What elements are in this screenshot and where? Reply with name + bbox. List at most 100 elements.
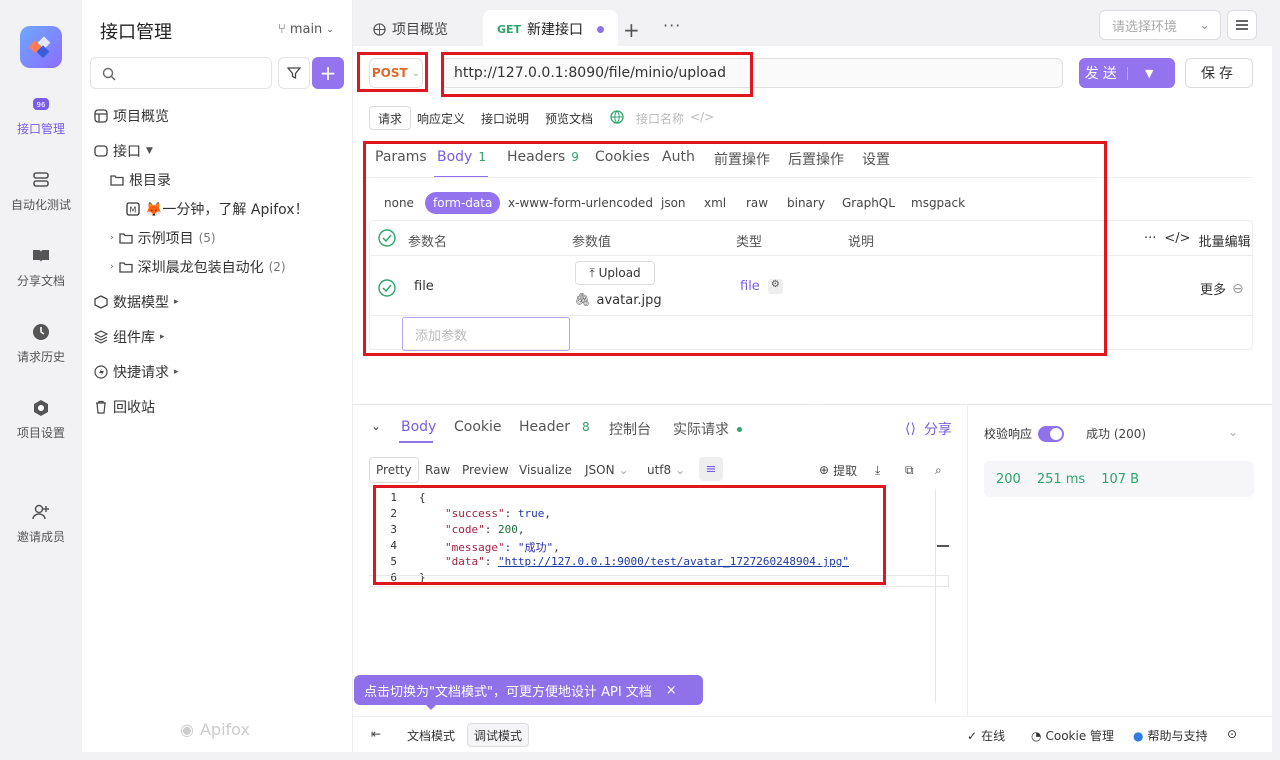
rail-item-label: 接口管理 xyxy=(16,122,65,136)
filter-button[interactable] xyxy=(278,57,310,89)
tree-item-project-overview[interactable]: 项目概览 xyxy=(94,106,169,126)
subtab-preview[interactable]: 预览文档 xyxy=(537,106,601,130)
rail-item-invite[interactable]: 邀请成员 xyxy=(0,502,82,545)
save-button[interactable]: 保存 xyxy=(1185,58,1253,88)
new-tab-button[interactable]: + xyxy=(623,18,640,42)
tree-item-shenzhen[interactable]: › 深圳晨龙包装自动化 (2) xyxy=(110,257,286,277)
branch-selector[interactable]: ⑂ main ⌄ xyxy=(278,22,334,37)
check-all-icon[interactable] xyxy=(378,229,396,247)
search-icon[interactable]: ⌕ xyxy=(929,457,948,483)
bulk-edit-button[interactable]: ··· </> 批量编辑 xyxy=(1144,231,1251,250)
body-type-xml[interactable]: xml xyxy=(696,192,734,214)
tree-item-doc[interactable]: M 🦊一分钟，了解 Apifox！ xyxy=(126,199,309,219)
tree-item-data-model[interactable]: 数据模型 ▸ xyxy=(94,292,179,312)
param-name[interactable]: file xyxy=(414,279,434,294)
app-logo[interactable] xyxy=(20,26,62,68)
copy-icon[interactable]: ⧉ xyxy=(899,457,920,483)
chevron-down-icon[interactable]: ⌄ xyxy=(1228,425,1238,439)
tree-item-quick-request[interactable]: 快捷请求 ▸ xyxy=(94,362,179,382)
body-type-none[interactable]: none xyxy=(376,192,422,214)
rail-item-settings[interactable]: 项目设置 xyxy=(0,398,82,441)
tab-headers[interactable]: Headers 9 xyxy=(507,149,579,165)
subtab-request[interactable]: 请求 xyxy=(369,106,412,130)
json-link-value[interactable]: "http://127.0.0.1:9000/test/avatar_17272… xyxy=(498,555,849,568)
tab-settings[interactable]: 设置 xyxy=(862,149,890,169)
body-type-graphql[interactable]: GraphQL xyxy=(834,192,903,214)
cookie-manager-button[interactable]: ◔ Cookie 管理 xyxy=(1031,727,1114,744)
tree-item-root[interactable]: 根目录 xyxy=(110,170,171,190)
sidebar-search-input[interactable] xyxy=(90,57,272,89)
response-tab-body[interactable]: Body xyxy=(401,419,436,435)
download-icon[interactable]: ⤓ xyxy=(869,457,886,483)
environment-select[interactable]: 请选择环境 ⌄ xyxy=(1099,10,1221,40)
help-button[interactable]: ● 帮助与支持 xyxy=(1133,727,1208,744)
collapse-chevron-icon[interactable]: ⌄ xyxy=(371,419,381,433)
body-type-urlencoded[interactable]: x-www-form-urlencoded xyxy=(500,192,661,214)
tree-item-components[interactable]: 组件库 ▸ xyxy=(94,327,165,347)
upload-button[interactable]: ⤒ Upload xyxy=(575,261,655,285)
method-select[interactable]: POST ⌄ xyxy=(369,58,423,88)
tab-pre-ops[interactable]: 前置操作 xyxy=(714,149,770,169)
close-icon[interactable]: × xyxy=(666,683,677,698)
body-type-msgpack[interactable]: msgpack xyxy=(903,192,973,214)
response-size: 107 B xyxy=(1101,471,1140,487)
extract-button[interactable]: ⊕ 提取 xyxy=(813,457,863,483)
body-type-binary[interactable]: binary xyxy=(779,192,833,214)
add-param-input[interactable]: 添加参数 xyxy=(402,317,570,351)
globe-icon[interactable] xyxy=(610,110,624,124)
validate-toggle[interactable] xyxy=(1038,425,1065,442)
tab-new-api[interactable]: GET 新建接口 xyxy=(483,10,619,48)
folder-icon xyxy=(118,231,133,245)
rail-item-api[interactable]: 96 接口管理 xyxy=(0,94,82,137)
encoding-select[interactable]: utf8 ⌄ xyxy=(641,457,691,483)
add-button[interactable]: + xyxy=(312,57,344,89)
debug-mode-button[interactable]: 调试模式 xyxy=(467,723,530,747)
tab-params[interactable]: Params xyxy=(375,149,427,165)
rail-item-automation[interactable]: 自动化测试 xyxy=(0,170,82,213)
url-input[interactable]: http://127.0.0.1:8090/file/minio/upload xyxy=(441,58,1063,88)
row-check-icon[interactable] xyxy=(378,279,396,297)
tab-cookies[interactable]: Cookies xyxy=(595,149,650,165)
tab-auth[interactable]: Auth xyxy=(662,149,695,165)
uploaded-file[interactable]: 🖇 avatar.jpg xyxy=(574,293,662,308)
tree-item-trash[interactable]: 回收站 xyxy=(94,397,155,417)
chevron-down-icon[interactable]: ▼ xyxy=(1126,66,1176,80)
response-tab-actual-request[interactable]: 实际请求 xyxy=(673,419,742,439)
more-tabs-button[interactable]: ··· xyxy=(663,16,681,35)
rail-item-history[interactable]: 请求历史 xyxy=(0,322,82,365)
more-button[interactable]: 更多 ⊖ xyxy=(1200,279,1244,299)
menu-button[interactable] xyxy=(1227,10,1257,40)
response-tab-header[interactable]: Header 8 xyxy=(519,419,590,435)
api-name-input[interactable]: 接口名称 </> xyxy=(636,110,714,127)
online-status[interactable]: ✓ 在线 xyxy=(967,727,1005,744)
tab-post-ops[interactable]: 后置操作 xyxy=(788,149,844,169)
tab-body[interactable]: Body 1 xyxy=(437,149,486,165)
param-type[interactable]: file ⚙ xyxy=(740,279,783,294)
body-type-raw[interactable]: raw xyxy=(738,192,776,214)
body-type-json[interactable]: json xyxy=(653,192,694,214)
status-dot xyxy=(737,426,742,432)
subtab-api-desc[interactable]: 接口说明 xyxy=(473,106,537,130)
scrollbar-track[interactable] xyxy=(935,489,936,703)
response-code-editor[interactable]: 1 2 3 4 5 6 { "success": true, "code": 2… xyxy=(373,487,933,701)
response-tab-cookie[interactable]: Cookie xyxy=(454,419,502,435)
tree-item-api[interactable]: 接口 ▼ xyxy=(94,141,153,161)
view-preview[interactable]: Preview xyxy=(456,457,515,483)
tab-project-overview[interactable]: 项目概览 xyxy=(359,10,462,48)
view-visualize[interactable]: Visualize xyxy=(513,457,578,483)
validate-toggle-row[interactable]: 校验响应 成功 (200) xyxy=(984,425,1146,442)
response-tab-console[interactable]: 控制台 xyxy=(609,419,651,439)
subtab-response-def[interactable]: 响应定义 xyxy=(409,106,473,130)
upgrade-icon[interactable]: ⊙ xyxy=(1227,727,1237,741)
body-type-form-data[interactable]: form-data xyxy=(425,192,501,214)
format-select[interactable]: JSON ⌄ xyxy=(579,457,635,483)
share-button[interactable]: ⟨⟩ 分享 xyxy=(905,419,952,439)
send-button[interactable]: 发送 ▼ xyxy=(1079,58,1175,88)
view-raw[interactable]: Raw xyxy=(419,457,456,483)
collapse-sidebar-icon[interactable]: ⇤ xyxy=(371,727,381,741)
view-pretty[interactable]: Pretty xyxy=(369,457,419,483)
rail-item-share-docs[interactable]: 分享文档 xyxy=(0,246,82,289)
wrap-toggle-button[interactable]: ≡ xyxy=(699,457,723,481)
doc-mode-button[interactable]: 文档模式 xyxy=(401,723,461,747)
tree-item-sample-project[interactable]: › 示例项目 (5) xyxy=(110,228,216,248)
